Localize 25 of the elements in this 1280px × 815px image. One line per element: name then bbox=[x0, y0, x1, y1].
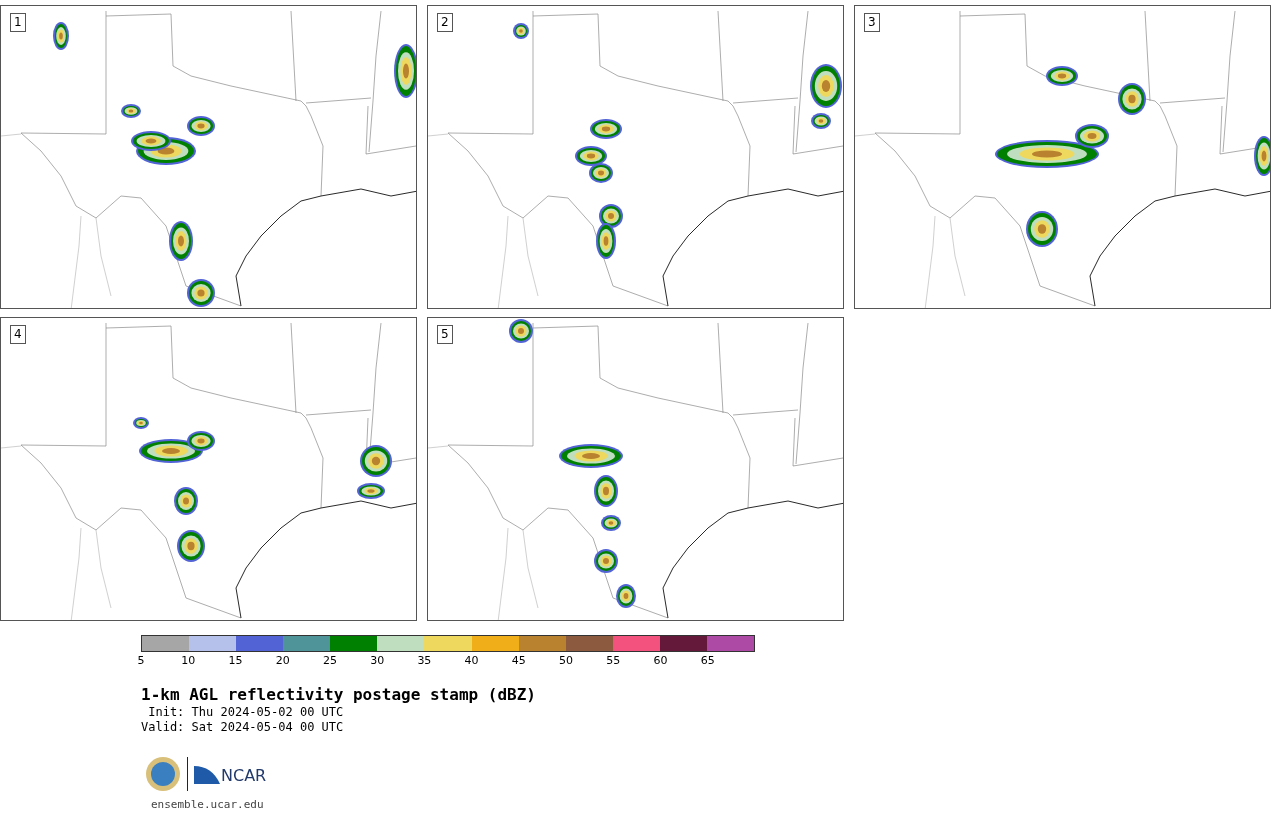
panel-number: 4 bbox=[10, 325, 26, 344]
tick-label: 45 bbox=[511, 655, 526, 667]
panel-number: 5 bbox=[437, 325, 453, 344]
panel-number: 3 bbox=[864, 13, 880, 32]
tick-label: 35 bbox=[417, 655, 432, 667]
tick-label: 30 bbox=[370, 655, 385, 667]
tick-label: 10 bbox=[181, 655, 196, 667]
ncar-logo: NCAR bbox=[194, 764, 267, 784]
tick-label: 50 bbox=[559, 655, 574, 667]
tick-label: 60 bbox=[653, 655, 668, 667]
tick-label: 65 bbox=[700, 655, 715, 667]
init-time: Init: Thu 2024-05-02 00 UTC bbox=[147, 705, 344, 720]
tick-label: 25 bbox=[322, 655, 337, 667]
valid-time: Valid: Sat 2024-05-04 00 UTC bbox=[141, 720, 344, 735]
tick-label: 15 bbox=[228, 655, 243, 667]
globe-seal-icon bbox=[145, 756, 181, 792]
tick-label: 40 bbox=[464, 655, 479, 667]
panel-number: 2 bbox=[437, 13, 453, 32]
panel-number: 1 bbox=[10, 13, 26, 32]
site-url: ensemble.ucar.edu bbox=[151, 797, 264, 813]
tick-label: 55 bbox=[606, 655, 621, 667]
arc-icon bbox=[194, 764, 220, 784]
chart-title: 1-km AGL reflectivity postage stamp (dBZ) bbox=[141, 685, 536, 705]
tick-label: 20 bbox=[275, 655, 290, 667]
tick-label: 5 bbox=[137, 655, 145, 667]
